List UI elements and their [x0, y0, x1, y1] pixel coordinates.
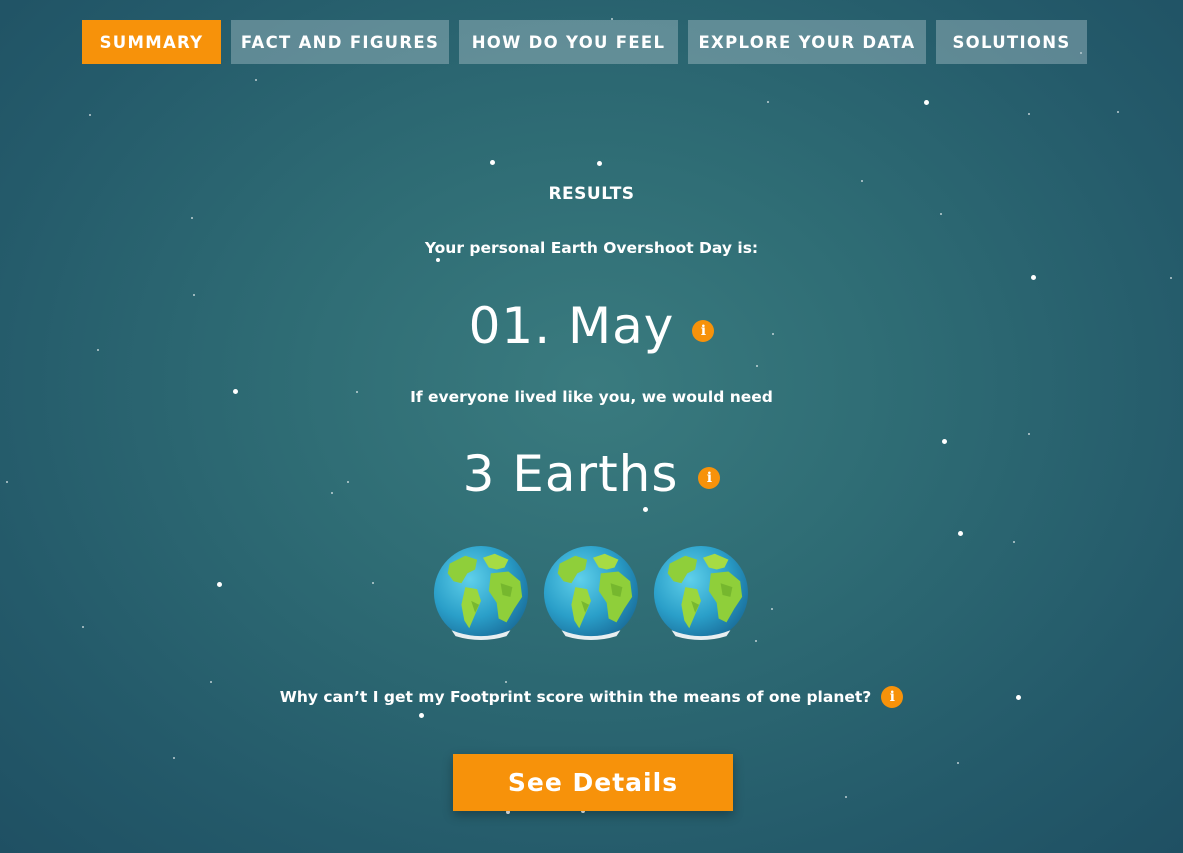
star	[419, 713, 424, 718]
star	[771, 608, 773, 610]
star	[597, 161, 602, 166]
star	[1013, 541, 1015, 543]
earth-globe-icon	[543, 545, 639, 641]
earths-needed-label: If everyone lived like you, we would nee…	[410, 388, 773, 406]
star	[372, 582, 374, 584]
star	[82, 626, 84, 628]
earths-needed-row: 3 Earths i	[0, 444, 1183, 504]
footprint-question-info-icon[interactable]: i	[881, 686, 904, 708]
star	[490, 160, 495, 165]
star	[958, 531, 963, 536]
earths-info-icon[interactable]: i	[698, 467, 721, 489]
star	[173, 757, 175, 759]
earth-globe-icon	[433, 545, 529, 641]
tab-how-do-you-feel[interactable]: HOW DO YOU FEEL	[459, 20, 678, 64]
main-navigation: SUMMARY FACT AND FIGURES HOW DO YOU FEEL…	[82, 20, 1087, 64]
star	[845, 796, 847, 798]
star	[1028, 113, 1030, 115]
star	[217, 582, 222, 587]
footprint-question-text: Why can’t I get my Footprint score withi…	[279, 688, 872, 706]
see-details-button[interactable]: See Details	[453, 754, 733, 811]
overshoot-day-label: Your personal Earth Overshoot Day is:	[424, 239, 759, 257]
footprint-question-row: Why can’t I get my Footprint score withi…	[0, 686, 1183, 708]
star	[643, 507, 648, 512]
tab-explore-your-data[interactable]: EXPLORE YOUR DATA	[688, 20, 926, 64]
star	[767, 101, 769, 103]
star	[436, 258, 440, 262]
results-title: RESULTS	[548, 184, 635, 204]
star	[861, 180, 863, 182]
tab-fact-and-figures[interactable]: FACT AND FIGURES	[231, 20, 449, 64]
tab-summary[interactable]: SUMMARY	[82, 20, 221, 64]
star	[1028, 433, 1030, 435]
star	[255, 79, 257, 81]
earth-globe-icon	[653, 545, 749, 641]
star	[210, 681, 212, 683]
overshoot-info-icon[interactable]: i	[692, 320, 715, 342]
star	[924, 100, 929, 105]
star	[755, 640, 757, 642]
earths-needed-value: 3 Earths	[462, 445, 679, 503]
starfield-background	[0, 0, 1183, 853]
earth-globes	[432, 544, 750, 642]
overshoot-date-row: 01. May i	[0, 296, 1183, 356]
star	[957, 762, 959, 764]
star	[191, 217, 193, 219]
star	[505, 681, 507, 683]
star	[940, 213, 942, 215]
star	[756, 365, 758, 367]
overshoot-date-value: 01. May	[468, 297, 675, 355]
star	[1117, 111, 1119, 113]
star	[1170, 277, 1172, 279]
star	[89, 114, 91, 116]
star	[1031, 275, 1036, 280]
tab-solutions[interactable]: SOLUTIONS	[936, 20, 1087, 64]
